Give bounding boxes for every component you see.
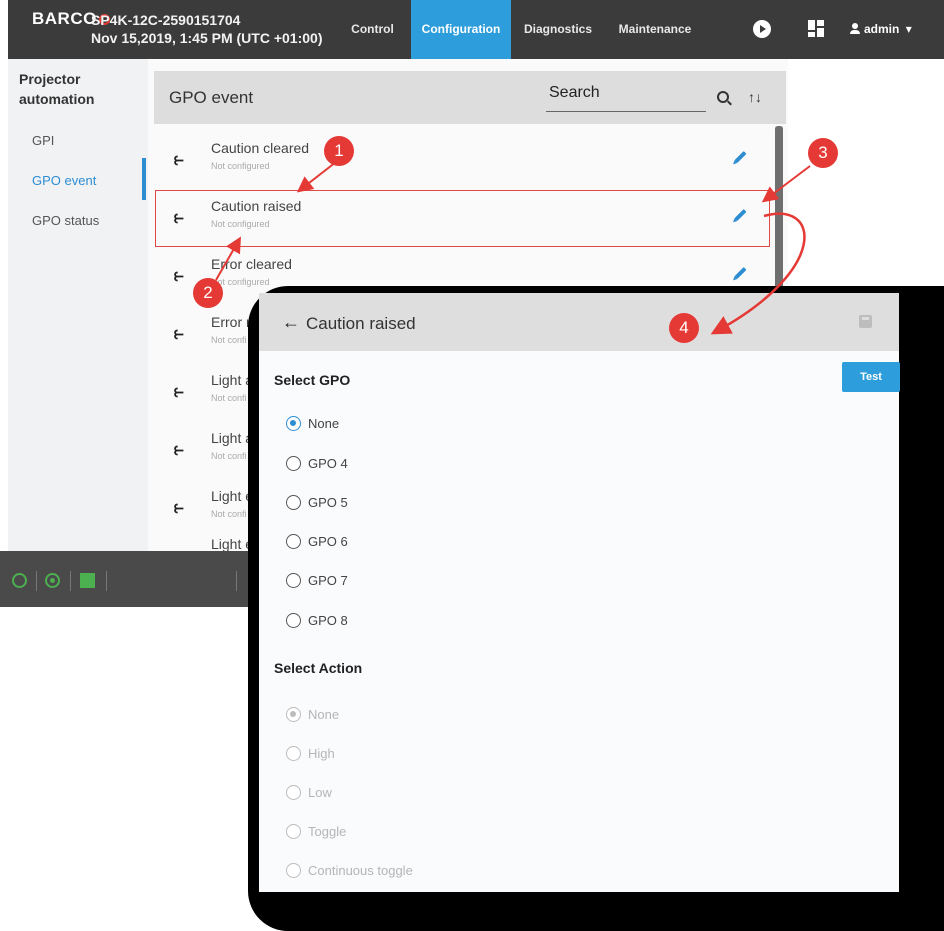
callout-4: 4: [669, 313, 699, 343]
list-item-status: Not configured: [211, 161, 270, 171]
user-menu[interactable]: admin ▾: [850, 22, 912, 36]
footer-divider: [106, 571, 107, 591]
gpo-event-icon: ⥼: [174, 382, 184, 401]
gpo-event-icon: ⥼: [174, 440, 184, 459]
list-item-status: Not confi: [211, 393, 247, 403]
callout-3: 3: [808, 138, 838, 168]
back-arrow-icon[interactable]: ←: [282, 312, 300, 333]
selected-row-highlight: [155, 190, 770, 247]
list-item[interactable]: ⥼ Caution cleared Not configured: [154, 133, 768, 189]
menu-item-gpi[interactable]: GPI: [32, 133, 54, 148]
tab-diagnostics[interactable]: Diagnostics: [517, 0, 599, 59]
gpo-event-icon: ⥼: [174, 266, 184, 285]
grid-icon[interactable]: [80, 573, 95, 588]
scrollbar-thumb[interactable]: [775, 126, 783, 291]
tab-configuration[interactable]: Configuration: [411, 0, 511, 59]
device-info: SP4K-12C-2590151704 Nov 15,2019, 1:45 PM…: [91, 11, 323, 47]
detail-header: ← Caution raised: [259, 293, 899, 351]
left-menu-title: Projector automation: [19, 71, 95, 107]
list-item-status: Not confi: [211, 451, 247, 461]
gpo-event-icon: ⥼: [174, 150, 184, 169]
list-item-status: Not confi: [211, 335, 247, 345]
save-icon[interactable]: [859, 315, 872, 328]
list-title: GPO event: [169, 88, 254, 107]
target-icon[interactable]: [45, 573, 60, 588]
top-bar: BARCO SP4K-12C-2590151704 Nov 15,2019, 1…: [8, 0, 944, 59]
list-header: GPO event Search ↑↓: [154, 71, 786, 124]
device-name: SP4K-12C-2590151704: [91, 12, 241, 28]
list-item-name: Error cleared: [211, 256, 292, 272]
footer-divider: [70, 571, 71, 591]
dashboard-icon[interactable]: [808, 20, 826, 38]
sort-icon[interactable]: ↑↓: [748, 89, 762, 105]
footer-divider: [236, 571, 237, 591]
gpo-event-icon: ⥼: [174, 498, 184, 517]
select-action-title: Select Action: [274, 660, 363, 676]
user-icon: [850, 23, 860, 34]
gpo-event-icon: ⥼: [174, 324, 184, 343]
tab-maintenance[interactable]: Maintenance: [605, 0, 705, 59]
user-name: admin: [864, 22, 900, 36]
detail-title: Caution raised: [306, 314, 416, 333]
callout-2: 2: [193, 278, 223, 308]
callout-1: 1: [324, 136, 354, 166]
footer-divider: [36, 571, 37, 591]
select-gpo-title: Select GPO: [274, 372, 351, 388]
tab-control[interactable]: Control: [346, 0, 399, 59]
list-item-status: Not confi: [211, 509, 247, 519]
main-nav: Control Configuration Diagnostics Mainte…: [346, 0, 705, 59]
menu-item-gpo-status[interactable]: GPO status: [32, 213, 99, 228]
caution-raised-detail-panel: ← Caution raised Test Select GPO None GP…: [259, 293, 900, 892]
test-button[interactable]: Test: [842, 362, 900, 392]
menu-item-gpo-event[interactable]: GPO event: [32, 173, 96, 188]
search-icon[interactable]: [717, 91, 729, 103]
play-icon[interactable]: [753, 20, 771, 38]
device-datetime: Nov 15,2019, 1:45 PM (UTC +01:00): [91, 30, 323, 46]
list-item-name: Caution cleared: [211, 140, 310, 156]
left-menu: Projector automation GPI GPO event GPO s…: [8, 59, 148, 551]
active-menu-indicator: [142, 158, 146, 200]
caret-down-icon: ▾: [905, 22, 912, 36]
edit-pencil-icon[interactable]: [734, 266, 747, 280]
search-input[interactable]: Search: [546, 84, 706, 112]
edit-pencil-icon[interactable]: [734, 150, 747, 164]
lightbulb-icon[interactable]: [12, 573, 27, 588]
